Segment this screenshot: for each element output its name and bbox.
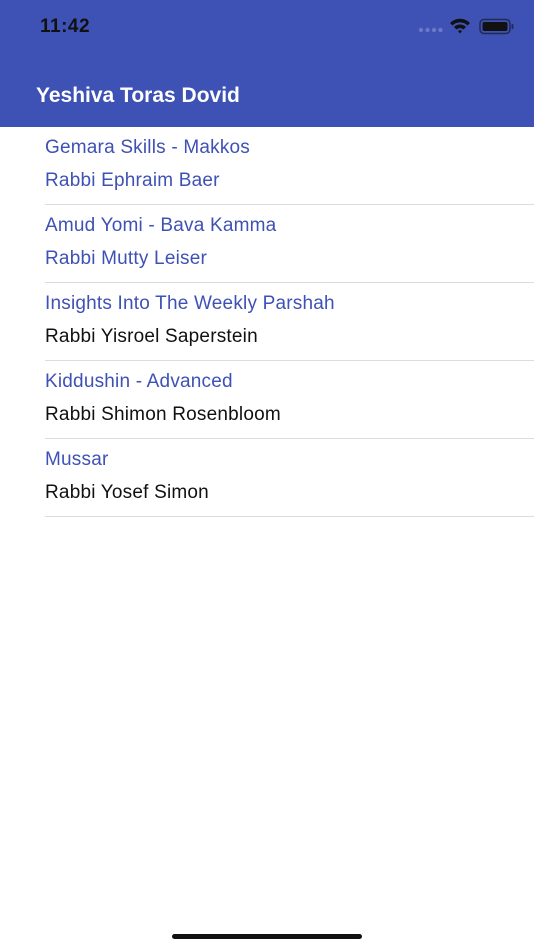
course-list-item[interactable]: Kiddushin - Advanced Rabbi Shimon Rosenb… [45, 361, 534, 439]
cellular-signal-icon [418, 27, 443, 33]
course-list-item[interactable]: Gemara Skills - Makkos Rabbi Ephraim Bae… [45, 127, 534, 205]
status-time: 11:42 [40, 16, 91, 37]
course-title: Kiddushin - Advanced [45, 371, 233, 392]
home-indicator[interactable] [172, 934, 362, 939]
course-list-item[interactable]: Insights Into The Weekly Parshah Rabbi Y… [45, 283, 534, 361]
rabbi-name: Rabbi Yisroel Saperstein [45, 326, 258, 347]
course-list-item[interactable]: Mussar Rabbi Yosef Simon [45, 439, 534, 517]
course-title: Gemara Skills - Makkos [45, 137, 250, 158]
course-list-item[interactable]: Amud Yomi - Bava Kamma Rabbi Mutty Leise… [45, 205, 534, 283]
wifi-icon [450, 18, 470, 34]
status-bar: 11:42 [0, 0, 534, 54]
battery-icon [479, 18, 514, 35]
rabbi-name: Rabbi Ephraim Baer [45, 170, 220, 191]
course-title: Insights Into The Weekly Parshah [45, 293, 335, 314]
course-title: Mussar [45, 449, 109, 470]
course-title: Amud Yomi - Bava Kamma [45, 215, 277, 236]
course-list: Gemara Skills - Makkos Rabbi Ephraim Bae… [0, 127, 534, 517]
app-title: Yeshiva Toras Dovid [36, 84, 240, 107]
rabbi-name: Rabbi Mutty Leiser [45, 248, 208, 269]
rabbi-name: Rabbi Yosef Simon [45, 482, 209, 503]
app-header: 11:42 Yeshiva Toras Dovid [0, 0, 534, 127]
rabbi-name: Rabbi Shimon Rosenbloom [45, 404, 281, 425]
